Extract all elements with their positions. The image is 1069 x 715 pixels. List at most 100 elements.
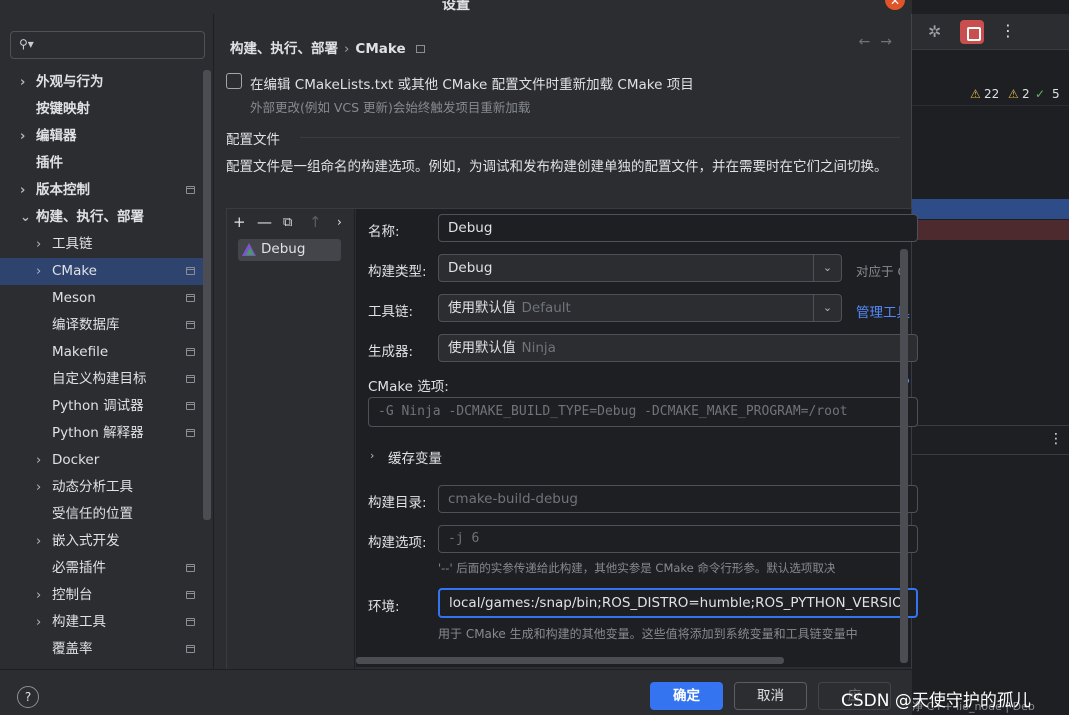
ok-button[interactable]: 确定 <box>650 682 723 710</box>
sidebar-item-label: 受信任的位置 <box>52 506 133 522</box>
sidebar-item[interactable]: › 控制台 <box>0 582 203 609</box>
chevron-right-icon[interactable]: › <box>36 231 41 258</box>
generator-select[interactable]: 使用默认值 Ninja <box>438 334 918 362</box>
background-ide: ✲ ⋮ ⚠ 22 ⚠ 2 ✓ 5 ⋮ 净 C++ lio_node | Deb <box>912 0 1069 715</box>
sidebar-item[interactable]: 必需插件 <box>0 555 203 582</box>
remove-icon[interactable]: — <box>257 213 272 231</box>
sidebar-item[interactable]: Makefile <box>0 339 203 366</box>
reload-checkbox[interactable] <box>226 73 242 89</box>
sidebar-item-label: Makefile <box>52 344 109 360</box>
chevron-right-icon[interactable]: › <box>20 69 25 96</box>
profile-item-debug[interactable]: Debug <box>238 239 341 261</box>
chevron-right-icon[interactable]: › <box>36 447 41 474</box>
sidebar-item[interactable]: › 外观与行为 <box>0 69 203 96</box>
sidebar-item-label: 构建、执行、部署 <box>36 209 144 225</box>
breadcrumb-parent[interactable]: 构建、执行、部署 <box>230 41 338 57</box>
project-scope-icon <box>186 618 195 626</box>
chevron-right-icon[interactable]: › <box>36 258 41 285</box>
editor-breakpoint-line <box>912 220 1069 240</box>
sidebar-item-label: 按键映射 <box>36 101 90 117</box>
reload-checkbox-label[interactable]: 在编辑 CMakeLists.txt 或其他 CMake 配置文件时重新加载 C… <box>250 73 694 93</box>
sidebar-item[interactable]: Meson <box>0 285 203 312</box>
toolchain-default: Default <box>521 300 571 316</box>
sidebar-item[interactable]: › 编辑器 <box>0 123 203 150</box>
toolchain-label: 工具链: <box>368 304 414 320</box>
sidebar-item[interactable]: Python 解释器 <box>0 420 203 447</box>
sidebar-item-label: 必需插件 <box>52 560 106 576</box>
sidebar-item[interactable]: Python 调试器 <box>0 393 203 420</box>
chevron-right-icon[interactable]: › <box>20 123 25 150</box>
profiles-panel: + — ⧉ ↑ › Debug 名称: Debug 构建类型: Debug ⌄ 对… <box>226 208 918 670</box>
sidebar-item[interactable]: 覆盖率 <box>0 636 203 663</box>
breadcrumb: 构建、执行、部署 › CMake <box>230 37 425 57</box>
sidebar-scrollbar[interactable] <box>203 70 211 520</box>
build-type-value: Debug <box>448 260 493 276</box>
move-up-icon[interactable]: ↑ <box>309 213 322 231</box>
dialog-titlebar: 设置 <box>0 0 912 14</box>
sidebar-item[interactable]: › 嵌入式开发 <box>0 528 203 555</box>
chevron-right-icon[interactable]: › <box>337 215 342 229</box>
chevron-right-icon[interactable]: › <box>36 609 41 636</box>
sidebar-item-label: 控制台 <box>52 587 93 603</box>
chevron-down-icon[interactable]: ⌄ <box>20 204 31 231</box>
sidebar-item[interactable]: 编译数据库 <box>0 312 203 339</box>
environment-field[interactable]: local/games:/snap/bin;ROS_DISTRO=humble;… <box>438 588 918 618</box>
sidebar-item-label: Docker <box>52 452 100 468</box>
search-field[interactable]: ⚲▾ <box>10 31 205 59</box>
chevron-right-icon[interactable]: › <box>36 582 41 609</box>
project-scope-icon <box>186 564 195 572</box>
chevron-right-icon[interactable]: › <box>36 528 41 555</box>
cancel-button[interactable]: 取消 <box>734 682 807 710</box>
help-button[interactable]: ? <box>17 686 39 708</box>
name-field[interactable]: Debug <box>438 214 918 242</box>
sidebar-item[interactable]: › CMake <box>0 258 203 285</box>
sidebar-item[interactable]: › 版本控制 <box>0 177 203 204</box>
vertical-scrollbar[interactable] <box>900 249 908 663</box>
build-type-select[interactable]: Debug ⌄ <box>438 254 842 282</box>
add-icon[interactable]: + <box>233 213 246 231</box>
more-icon[interactable]: ⋮ <box>1049 431 1063 447</box>
sidebar-item[interactable]: 受信任的位置 <box>0 501 203 528</box>
sidebar-item-label: 覆盖率 <box>52 641 93 657</box>
build-dir-field[interactable]: cmake-build-debug <box>438 485 918 513</box>
debug-icon[interactable]: ✲ <box>928 22 941 41</box>
sidebar-item[interactable]: › Docker <box>0 447 203 474</box>
profiles-heading: 配置文件 <box>226 132 280 148</box>
sidebar-item[interactable]: 按键映射 <box>0 96 203 123</box>
project-scope-icon <box>186 294 195 302</box>
cache-variables-toggle[interactable]: 缓存变量 <box>388 447 442 467</box>
sidebar-item-label: CMake <box>52 263 97 279</box>
sidebar-item[interactable]: 自定义构建目标 <box>0 366 203 393</box>
horizontal-scrollbar[interactable] <box>356 657 784 664</box>
sidebar-item-label: 动态分析工具 <box>52 479 133 495</box>
back-arrow-icon[interactable]: ← <box>859 34 881 50</box>
cmake-options-field[interactable]: -G Ninja -DCMAKE_BUILD_TYPE=Debug -DCMAK… <box>368 397 918 427</box>
sidebar-item[interactable]: › 动态分析工具 <box>0 474 203 501</box>
forward-arrow-icon[interactable]: → <box>880 34 902 50</box>
build-options-label: 构建选项: <box>368 535 427 551</box>
chevron-down-icon: ⌄ <box>813 295 841 321</box>
chevron-right-icon[interactable]: › <box>20 177 25 204</box>
inspection-widget[interactable]: ⚠ 22 ⚠ 2 ✓ 5 <box>912 82 1069 106</box>
sidebar-item[interactable]: ⌄ 构建、执行、部署 <box>0 204 203 231</box>
chevron-right-icon[interactable]: › <box>370 449 374 462</box>
project-scope-icon <box>415 45 425 53</box>
project-scope-icon <box>186 591 195 599</box>
sidebar-item[interactable]: › 构建工具 <box>0 609 203 636</box>
sidebar-item[interactable]: 插件 <box>0 150 203 177</box>
copy-icon[interactable]: ⧉ <box>283 215 292 230</box>
profile-name: Debug <box>261 241 306 257</box>
reload-hint: 外部更改(例如 VCS 更新)会始终触发项目重新加载 <box>250 100 531 115</box>
profiles-toolbar: + — ⧉ ↑ › <box>227 209 355 237</box>
sidebar-item[interactable]: › 工具链 <box>0 231 203 258</box>
build-options-field[interactable]: -j 6 <box>438 525 918 553</box>
warning-count: 22 <box>984 87 1000 101</box>
project-scope-icon <box>186 375 195 383</box>
toolchain-select[interactable]: 使用默认值 Default ⌄ <box>438 294 842 322</box>
more-icon[interactable]: ⋮ <box>1000 21 1016 40</box>
sidebar-item-label: 自定义构建目标 <box>52 371 147 387</box>
sidebar-item-label: 嵌入式开发 <box>52 533 120 549</box>
stop-button[interactable] <box>960 20 984 44</box>
chevron-right-icon[interactable]: › <box>36 474 41 501</box>
sidebar-item-label: Python 解释器 <box>52 425 144 441</box>
